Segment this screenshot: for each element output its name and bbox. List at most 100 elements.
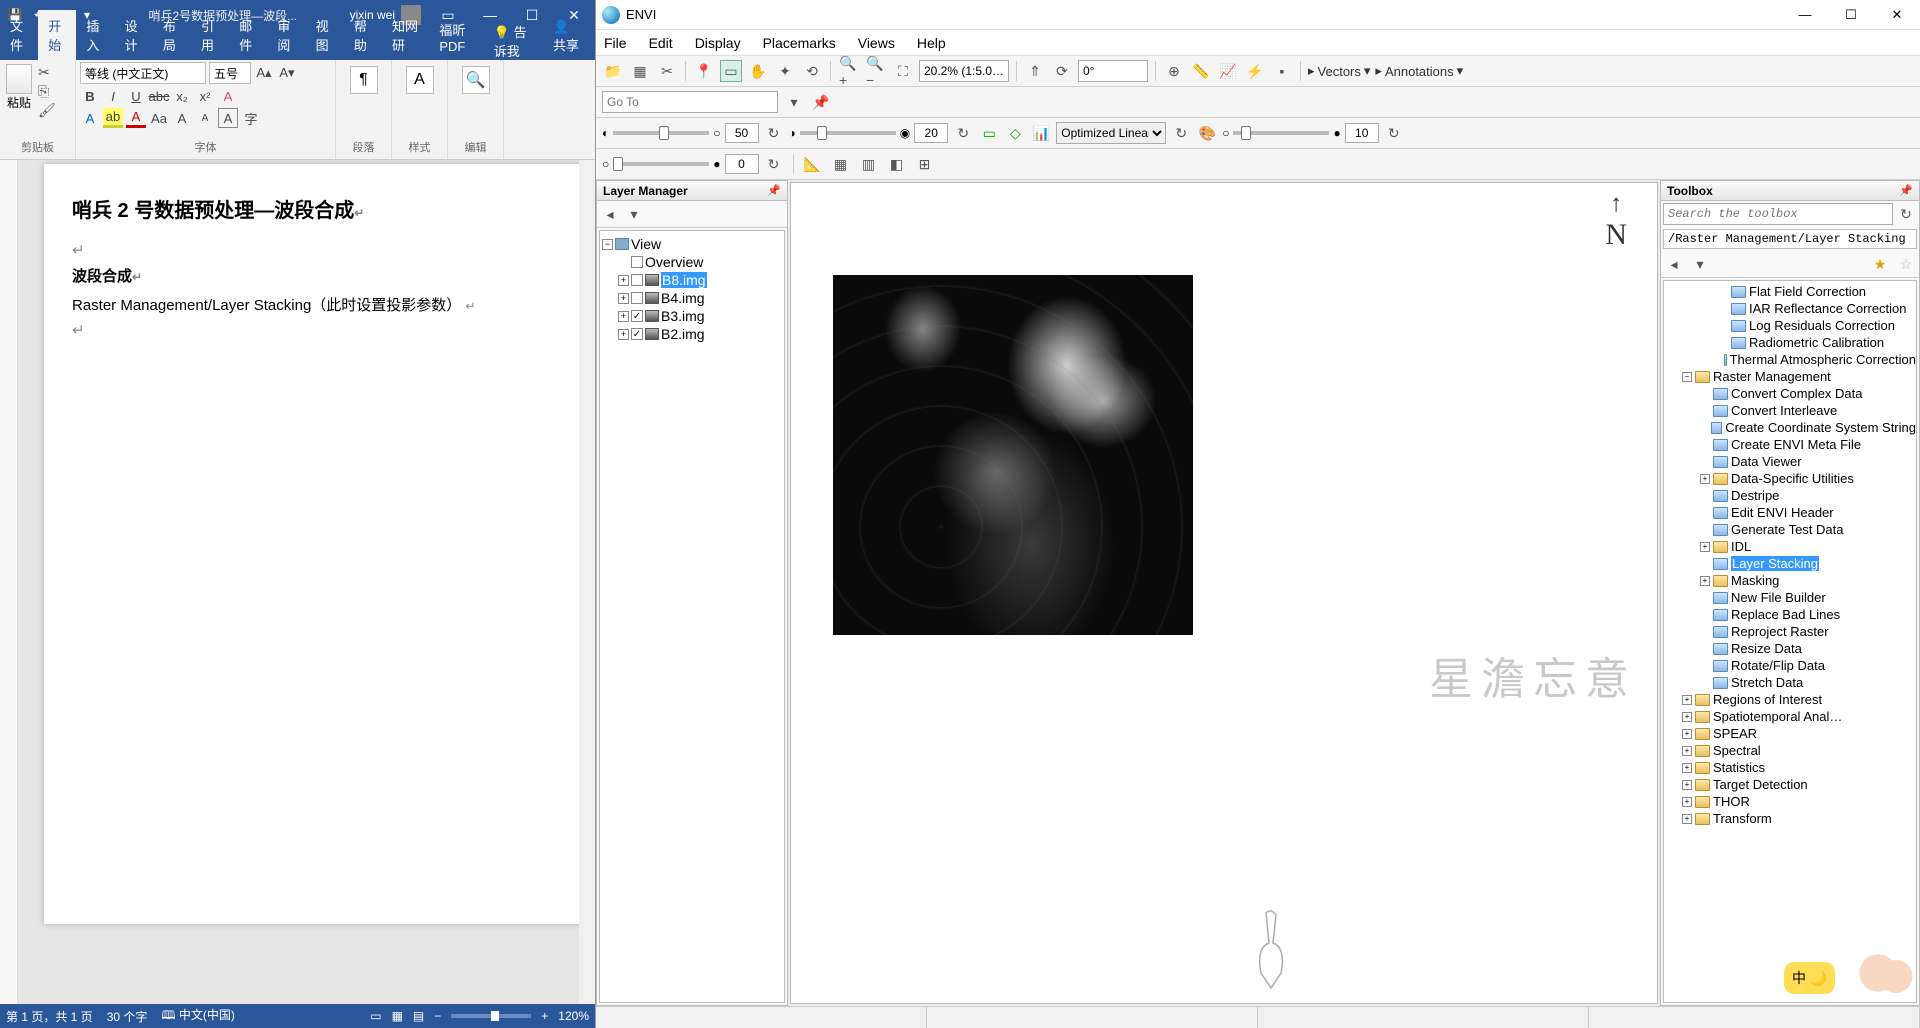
pin-icon[interactable]: 📌 xyxy=(767,184,781,197)
mensuration-icon[interactable]: 📏 xyxy=(1190,60,1212,82)
layer-item[interactable]: +✓B3.img xyxy=(602,307,782,325)
language-indicator[interactable]: 🕮 中文(中国) xyxy=(161,1006,234,1027)
layer-tree[interactable]: − View Overview +B8.img+B4.img+✓B3.img+✓… xyxy=(599,230,785,1003)
toolbox-item[interactable]: +Target Detection xyxy=(1664,776,1916,793)
toolbox-item[interactable]: +Transform xyxy=(1664,810,1916,827)
toolbox-item[interactable]: +Spectral xyxy=(1664,742,1916,759)
pan-tool-icon[interactable]: ✋ xyxy=(747,60,769,82)
layer-checkbox[interactable] xyxy=(631,292,643,304)
menu-placemarks[interactable]: Placemarks xyxy=(763,35,836,51)
brightness-slider[interactable]: ◐ ○ ↻ xyxy=(602,122,785,144)
toolbox-item[interactable]: +Statistics xyxy=(1664,759,1916,776)
tellme-button[interactable]: 💡 告诉我 xyxy=(486,22,543,60)
toolbox-item[interactable]: +Masking xyxy=(1664,572,1916,589)
transparency-slider[interactable]: ○ ● ↻ xyxy=(1222,122,1405,144)
layer-item[interactable]: +B4.img xyxy=(602,289,782,307)
toolbox-item[interactable]: Layer Stacking xyxy=(1664,555,1916,572)
tree-root-view[interactable]: − View xyxy=(602,235,782,253)
toolbox-item[interactable]: Radiometric Calibration xyxy=(1664,334,1916,351)
toolbox-item[interactable]: New File Builder xyxy=(1664,589,1916,606)
strikethrough-button[interactable]: abc xyxy=(149,86,169,106)
rotate-icon[interactable]: ⟳ xyxy=(1051,60,1073,82)
char-border-icon[interactable]: A xyxy=(218,108,238,128)
menu-help[interactable]: Help xyxy=(917,35,946,51)
spectral-profile-icon[interactable]: 📈 xyxy=(1217,60,1239,82)
close-icon[interactable]: ✕ xyxy=(1874,0,1920,30)
transparency-reset-icon[interactable]: ↻ xyxy=(1383,122,1405,144)
paragraph-group[interactable]: ¶ 段落 xyxy=(336,60,392,159)
zoom-combo[interactable] xyxy=(919,60,1009,82)
minimize-icon[interactable]: — xyxy=(1782,0,1828,30)
toolbox-item[interactable]: Log Residuals Correction xyxy=(1664,317,1916,334)
toolbox-item[interactable]: Create ENVI Meta File xyxy=(1664,436,1916,453)
north-up-icon[interactable]: ⇑ xyxy=(1024,60,1046,82)
layer-item[interactable]: +✓B2.img xyxy=(602,325,782,343)
crosshairs-icon[interactable]: ⊕ xyxy=(1163,60,1185,82)
cut-icon[interactable]: ✂ xyxy=(38,64,56,81)
sharpen-value[interactable] xyxy=(725,154,759,174)
highlight-icon[interactable]: ab xyxy=(103,108,123,128)
vectors-dropdown[interactable]: ▸ Vectors ▾ xyxy=(1308,63,1370,79)
data-manager-icon[interactable]: ▦ xyxy=(629,60,651,82)
toolbox-item[interactable]: Convert Complex Data xyxy=(1664,385,1916,402)
toolbox-item[interactable]: Edit ENVI Header xyxy=(1664,504,1916,521)
vertical-ruler[interactable] xyxy=(0,160,18,1004)
layer-item[interactable]: +B8.img xyxy=(602,271,782,289)
zoom-out-icon[interactable]: − xyxy=(434,1009,441,1023)
word-vertical-scrollbar[interactable] xyxy=(579,160,595,1004)
web-layout-icon[interactable]: ▤ xyxy=(413,1009,424,1023)
fly-tool-icon[interactable]: ✦ xyxy=(774,60,796,82)
2d-scatter-icon[interactable]: ▪ xyxy=(1271,60,1293,82)
font-color-icon[interactable]: A xyxy=(126,108,146,128)
sharpen-slider[interactable]: ○ ● ↻ xyxy=(602,153,785,175)
raster-display[interactable] xyxy=(833,275,1193,635)
layer-checkbox[interactable] xyxy=(631,274,643,286)
font-name-select[interactable] xyxy=(80,62,206,84)
zoom-level[interactable]: 120% xyxy=(558,1009,589,1023)
menu-views[interactable]: Views xyxy=(858,35,895,51)
maximize-icon[interactable]: ☐ xyxy=(1828,0,1874,30)
char-shading-icon[interactable]: 字 xyxy=(241,108,261,128)
ribbon-tab-10[interactable]: 知网研 xyxy=(382,10,429,60)
placemark-icon[interactable]: 📌 xyxy=(810,91,832,113)
text-effects-icon[interactable]: A xyxy=(80,108,100,128)
toolbox-item[interactable]: Data Viewer xyxy=(1664,453,1916,470)
rotation-combo[interactable] xyxy=(1078,60,1148,82)
styles-group[interactable]: A 样式 xyxy=(392,60,448,159)
overview-checkbox[interactable] xyxy=(631,256,643,268)
document-page[interactable]: 哨兵 2 号数据预处理—波段合成↵ ↵ 波段合成↵ Raster Managem… xyxy=(44,164,584,924)
menu-edit[interactable]: Edit xyxy=(649,35,673,51)
toolbox-item[interactable]: Destripe xyxy=(1664,487,1916,504)
unfavorite-icon[interactable]: ☆ xyxy=(1895,253,1917,275)
envi-viewport[interactable]: N 星澹忘意 xyxy=(790,182,1658,1004)
tree-overview[interactable]: Overview xyxy=(602,253,782,271)
shrink-font-icon[interactable]: A xyxy=(195,108,215,128)
toolbox-item[interactable]: Resize Data xyxy=(1664,640,1916,657)
italic-button[interactable]: I xyxy=(103,86,123,106)
stretch-extent-icon[interactable]: ▭ xyxy=(978,122,1000,144)
stretch-view-icon[interactable]: ◇ xyxy=(1004,122,1026,144)
ribbon-tab-9[interactable]: 帮助 xyxy=(344,10,382,60)
sharpen-reset-icon[interactable]: ↻ xyxy=(763,153,785,175)
page-indicator[interactable]: 第 1 页，共 1 页 xyxy=(6,1008,93,1025)
toolbox-item[interactable]: Convert Interleave xyxy=(1664,402,1916,419)
zoom-in-icon[interactable]: 🔍+ xyxy=(838,60,860,82)
views-icon[interactable]: ⊞ xyxy=(914,153,936,175)
collapse-all-icon[interactable]: ◂ xyxy=(599,203,621,225)
menu-display[interactable]: Display xyxy=(695,35,741,51)
toolbox-item[interactable]: +Spatiotemporal Anal… xyxy=(1664,708,1916,725)
contrast-reset-icon[interactable]: ↻ xyxy=(952,122,974,144)
search-refresh-icon[interactable]: ↻ xyxy=(1895,203,1917,225)
ribbon-tab-11[interactable]: 福昕PDF xyxy=(429,14,485,60)
pin-icon[interactable]: 📌 xyxy=(1899,184,1913,197)
toolbox-item[interactable]: Reproject Raster xyxy=(1664,623,1916,640)
favorite-icon[interactable]: ★ xyxy=(1869,253,1891,275)
open-icon[interactable]: 📁 xyxy=(602,60,624,82)
toolbox-item[interactable]: Rotate/Flip Data xyxy=(1664,657,1916,674)
zoom-fit-icon[interactable]: ⛶ xyxy=(892,60,914,82)
superscript-button[interactable]: x² xyxy=(195,86,215,106)
change-case-icon[interactable]: Aa xyxy=(149,108,169,128)
decrease-font-icon[interactable]: A▾ xyxy=(277,63,297,83)
word-count[interactable]: 30 个字 xyxy=(107,1008,148,1025)
select-tool-icon[interactable]: ▭ xyxy=(720,60,742,82)
